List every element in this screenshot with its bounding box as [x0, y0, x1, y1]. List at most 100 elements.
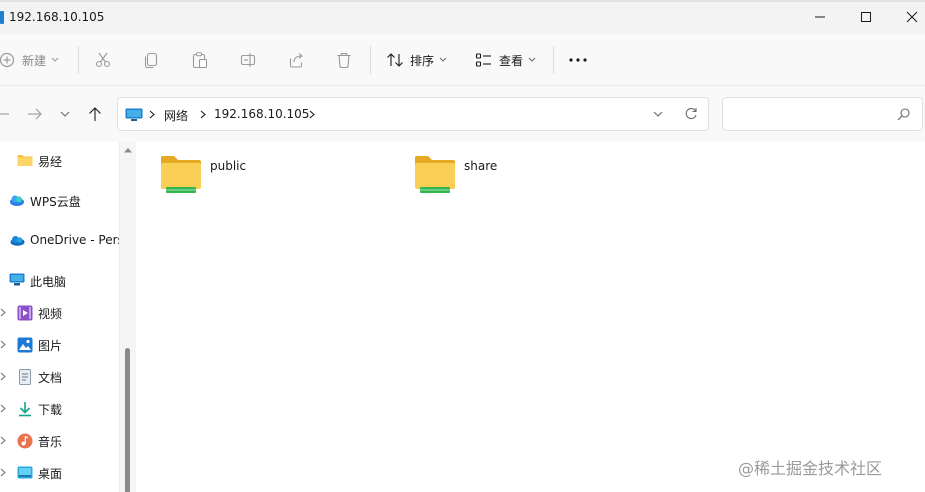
more-dots-icon — [569, 58, 587, 62]
video-icon — [17, 305, 33, 321]
sidebar-item-label: OneDrive - Pers — [30, 233, 119, 247]
chevron-right-icon[interactable] — [0, 340, 6, 349]
chevron-down-icon — [528, 57, 536, 62]
breadcrumb-host[interactable]: 192.168.10.105 — [214, 107, 309, 121]
sidebar-item-label: 视频 — [38, 307, 63, 321]
network-folder-icon — [415, 156, 455, 193]
share-button[interactable] — [288, 47, 304, 73]
folder-icon — [17, 155, 33, 166]
copy-button[interactable] — [144, 47, 160, 73]
title-bar: 192.168.10.105 — [0, 0, 925, 34]
refresh-icon[interactable] — [684, 107, 698, 121]
new-button[interactable]: 新建 — [0, 47, 59, 73]
desktop-icon — [17, 466, 33, 479]
chevron-right-icon — [309, 110, 315, 119]
pc-icon — [125, 108, 143, 121]
maximize-icon — [861, 12, 871, 22]
address-bar[interactable]: 网络 192.168.10.105 — [117, 97, 709, 131]
cut-button[interactable] — [95, 47, 111, 73]
rename-icon — [240, 53, 256, 67]
chevron-right-icon — [149, 110, 155, 119]
music-icon — [17, 433, 33, 449]
sidebar-item-downloads[interactable]: 下载 — [0, 397, 119, 421]
pc-icon — [9, 273, 25, 286]
network-folder-icon — [161, 156, 201, 193]
folder-item-share[interactable]: share — [414, 154, 554, 202]
sidebar-item-label: WPS云盘 — [30, 195, 81, 209]
up-button[interactable] — [86, 103, 104, 125]
chevron-right-icon — [200, 110, 206, 119]
arrow-left-icon — [0, 113, 9, 115]
sidebar-item-onedrive[interactable]: OneDrive - Pers — [0, 229, 119, 253]
forward-button[interactable] — [26, 103, 44, 125]
pictures-icon — [17, 337, 33, 353]
sidebar-item-this-pc[interactable]: 此电脑 — [0, 269, 119, 293]
minimize-icon — [815, 16, 825, 18]
title-bar-border — [0, 0, 925, 2]
chevron-right-icon[interactable] — [0, 436, 6, 445]
view-list-icon — [475, 53, 491, 67]
toolbar-divider — [78, 46, 79, 74]
breadcrumb-network[interactable]: 网络 — [164, 107, 188, 124]
sidebar-item-music[interactable]: 音乐 — [0, 429, 119, 453]
scroll-up-arrow-icon[interactable] — [124, 147, 132, 153]
sidebar-item-label: 此电脑 — [30, 275, 67, 289]
documents-icon — [19, 369, 31, 385]
sidebar-item-label: 音乐 — [38, 435, 63, 449]
chevron-right-icon[interactable] — [0, 404, 6, 413]
more-options-button[interactable] — [569, 47, 587, 73]
chevron-down-icon — [439, 57, 447, 62]
sidebar-item-label: 易经 — [38, 155, 63, 169]
rename-button[interactable] — [240, 47, 256, 73]
sidebar-item-desktop[interactable]: 桌面 — [0, 461, 119, 485]
watermark: @稀土掘金技术社区 — [738, 459, 883, 478]
search-icon — [897, 108, 910, 121]
folder-item-public[interactable]: public — [160, 154, 300, 202]
trash-icon — [337, 52, 351, 68]
chevron-right-icon[interactable] — [0, 372, 6, 381]
folder-name: share — [464, 159, 498, 173]
file-list: public share — [136, 142, 925, 492]
sidebar-item-label: 下载 — [38, 403, 63, 417]
sidebar-item-documents[interactable]: 文档 — [0, 365, 119, 389]
back-button[interactable] — [0, 103, 10, 125]
command-bar: 新建 排序 查看 — [0, 34, 925, 86]
sidebar-item-wps-cloud[interactable]: WPS云盘 — [0, 189, 119, 213]
onedrive-icon — [10, 236, 25, 246]
folder-name: public — [210, 159, 247, 173]
sidebar-item-yijing[interactable]: 易经 — [0, 149, 119, 173]
view-button[interactable]: 查看 — [475, 47, 536, 73]
delete-button[interactable] — [336, 47, 352, 73]
sidebar-item-label: 文档 — [38, 371, 63, 385]
search-input[interactable] — [722, 97, 923, 131]
sort-button[interactable]: 排序 — [386, 47, 447, 73]
arrow-right-icon — [28, 108, 42, 120]
sort-icon — [387, 53, 403, 67]
chevron-right-icon[interactable] — [0, 468, 6, 477]
recent-locations-button[interactable] — [58, 103, 72, 125]
window-title: 192.168.10.105 — [9, 10, 105, 24]
toolbar-divider — [370, 46, 371, 74]
paste-button[interactable] — [192, 47, 208, 73]
chevron-down-icon[interactable] — [653, 111, 663, 117]
sidebar-scrollbar[interactable] — [119, 142, 136, 492]
share-icon — [289, 53, 303, 68]
copy-icon — [144, 52, 158, 68]
navigation-pane: 易经 WPS云盘 OneDrive - Pers 此电脑 视频 图片 文档 下载… — [0, 142, 136, 492]
arrow-up-icon — [89, 107, 101, 121]
maximize-button[interactable] — [843, 0, 889, 34]
paste-icon — [192, 52, 208, 68]
sidebar-item-pictures[interactable]: 图片 — [0, 333, 119, 357]
plus-circle-icon — [0, 52, 15, 68]
close-button[interactable] — [889, 0, 925, 34]
chevron-right-icon[interactable] — [0, 308, 6, 317]
minimize-button[interactable] — [797, 0, 843, 34]
address-row: 网络 192.168.10.105 — [0, 86, 925, 142]
sidebar-item-videos[interactable]: 视频 — [0, 301, 119, 325]
sidebar-item-label: 图片 — [38, 339, 63, 353]
sort-label: 排序 — [410, 53, 435, 68]
wps-cloud-icon — [10, 195, 24, 206]
sidebar-item-label: 桌面 — [38, 467, 63, 481]
scrollbar-thumb[interactable] — [125, 348, 130, 492]
close-icon — [906, 11, 918, 23]
